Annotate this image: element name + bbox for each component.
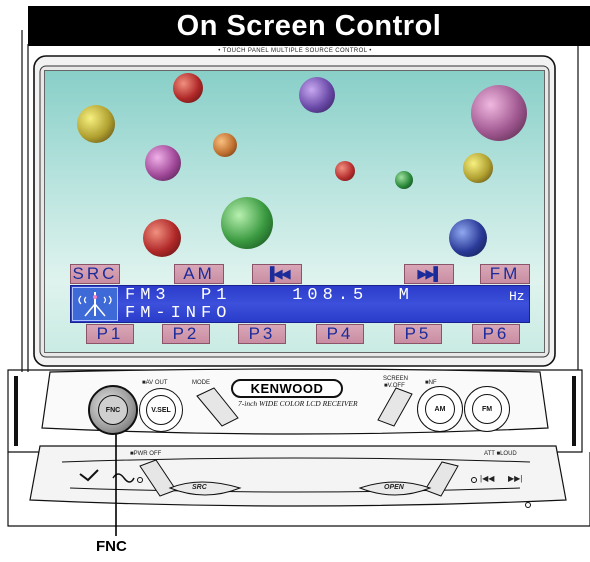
src-hard-button[interactable]: SRC bbox=[192, 484, 207, 491]
preset-button[interactable]: P4 bbox=[316, 324, 364, 344]
open-button[interactable]: OPEN bbox=[384, 484, 404, 491]
am-hard-button-cap: AM bbox=[425, 394, 455, 424]
decor-sphere bbox=[221, 197, 273, 249]
preset-button[interactable]: P2 bbox=[162, 324, 210, 344]
mode-label: MODE bbox=[192, 380, 210, 386]
fm-button[interactable]: FM bbox=[480, 264, 530, 284]
unit-caption: • TOUCH PANEL MULTIPLE SOURCE CONTROL • bbox=[218, 48, 372, 54]
station-info-text: FM-INFO bbox=[125, 304, 232, 323]
decor-sphere bbox=[299, 77, 335, 113]
decor-sphere bbox=[335, 161, 355, 181]
next-track-button[interactable]: ▶▶▌ bbox=[404, 264, 454, 284]
am-button[interactable]: AM bbox=[174, 264, 224, 284]
decor-sphere bbox=[145, 145, 181, 181]
v-off-label: ■V.OFF bbox=[384, 383, 405, 389]
screen-label: SCREEN bbox=[383, 376, 409, 382]
fm-hard-button-cap: FM bbox=[472, 394, 502, 424]
decor-sphere bbox=[449, 219, 487, 257]
decor-sphere bbox=[471, 85, 527, 141]
fnc-callout-label: FNC bbox=[96, 538, 127, 555]
antenna-icon bbox=[72, 287, 118, 321]
preset-button[interactable]: P5 bbox=[394, 324, 442, 344]
next-hard-icon[interactable]: ▶▶| bbox=[508, 474, 522, 483]
brand-logo: KENWOOD bbox=[231, 379, 343, 398]
src-button[interactable]: SRC bbox=[70, 264, 120, 284]
station-frequency-line: FM3 P1 108.5 M bbox=[125, 286, 414, 305]
pwr-off-label: ■PWR OFF bbox=[130, 451, 162, 457]
decor-sphere bbox=[395, 171, 413, 189]
decor-sphere bbox=[77, 105, 115, 143]
fnc-button-cap: FNC bbox=[98, 395, 128, 425]
decor-sphere bbox=[173, 73, 203, 103]
av-out-label: ■AV OUT bbox=[142, 380, 168, 386]
model-description: 7-inch WIDE COLOR LCD RECEIVER bbox=[238, 399, 358, 408]
preset-button[interactable]: P3 bbox=[238, 324, 286, 344]
am-hard-button[interactable]: AM bbox=[417, 386, 463, 432]
v-sel-button-cap: V.SEL bbox=[146, 395, 176, 425]
preset-button[interactable]: P1 bbox=[86, 324, 134, 344]
decor-sphere bbox=[143, 219, 181, 257]
nf-label: ■NF bbox=[425, 380, 437, 386]
station-info-panel: FM3 P1 108.5 M Hz FM-INFO bbox=[70, 285, 530, 323]
preset-button[interactable]: P6 bbox=[472, 324, 520, 344]
fm-hard-button[interactable]: FM bbox=[464, 386, 510, 432]
fnc-button[interactable]: FNC bbox=[88, 385, 138, 435]
prev-hard-icon[interactable]: |◀◀ bbox=[480, 474, 494, 483]
previous-track-button[interactable]: ▐◀◀ bbox=[252, 264, 302, 284]
att-loud-label: ATT ■LOUD bbox=[484, 451, 517, 457]
decor-sphere bbox=[463, 153, 493, 183]
decor-sphere bbox=[213, 133, 237, 157]
frequency-unit: Hz bbox=[509, 289, 525, 304]
v-sel-button[interactable]: V.SEL bbox=[139, 388, 183, 432]
